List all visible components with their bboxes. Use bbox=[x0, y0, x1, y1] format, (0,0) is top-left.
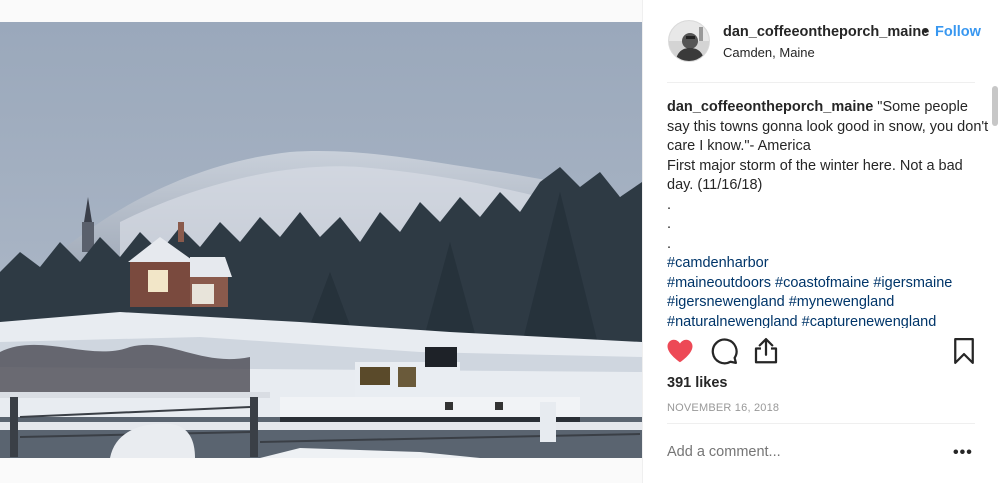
location-link[interactable]: Camden, Maine bbox=[723, 45, 815, 60]
heart-filled-icon bbox=[667, 339, 693, 363]
action-bar bbox=[643, 336, 1000, 370]
header-username[interactable]: dan_coffeeontheporch_maine bbox=[723, 24, 929, 40]
caption-scrollbar[interactable] bbox=[992, 86, 998, 126]
hashtag-line[interactable]: #maineoutdoors #coastofmaine #igersmaine bbox=[667, 274, 989, 294]
header-divider bbox=[667, 82, 975, 83]
snowy-harbor-image bbox=[0, 22, 642, 458]
like-button[interactable] bbox=[665, 336, 695, 366]
caption-username[interactable]: dan_coffeeontheporch_maine bbox=[667, 99, 873, 115]
post-date[interactable]: NOVEMBER 16, 2018 bbox=[667, 402, 779, 414]
separator-dot: • bbox=[923, 24, 929, 40]
caption-dot-3: . bbox=[667, 235, 672, 252]
caption: dan_coffeeontheporch_maine "Some people … bbox=[667, 98, 989, 328]
post-sidebar: dan_coffeeontheporch_maine • Follow Camd… bbox=[642, 0, 1000, 483]
instagram-post: dan_coffeeontheporch_maine • Follow Camd… bbox=[0, 0, 1000, 483]
hashtag-line[interactable]: #naturalnewengland #capturenewengland bbox=[667, 313, 989, 329]
comment-input[interactable] bbox=[667, 444, 927, 460]
share-icon bbox=[754, 338, 778, 364]
comment-button[interactable] bbox=[709, 336, 739, 366]
likes-count[interactable]: 391 likes bbox=[667, 375, 727, 391]
save-button[interactable] bbox=[949, 336, 979, 366]
comment-divider bbox=[667, 423, 975, 424]
share-button[interactable] bbox=[751, 336, 781, 366]
bookmark-icon bbox=[954, 338, 974, 364]
post-header: dan_coffeeontheporch_maine • Follow Camd… bbox=[643, 0, 1000, 82]
hashtag-line[interactable]: #igersnewengland #mynewengland bbox=[667, 293, 989, 313]
comment-bubble-icon bbox=[711, 338, 738, 365]
avatar[interactable] bbox=[668, 20, 710, 62]
avatar-image bbox=[669, 21, 709, 61]
post-photo[interactable] bbox=[0, 22, 642, 458]
caption-dot-1: . bbox=[667, 196, 672, 213]
caption-dot-2: . bbox=[667, 216, 672, 232]
more-options-icon[interactable]: ••• bbox=[953, 444, 975, 461]
caption-line-2: First major storm of the winter here. No… bbox=[667, 157, 963, 194]
follow-button[interactable]: Follow bbox=[935, 24, 981, 40]
hashtag-line[interactable]: #camdenharbor bbox=[667, 254, 989, 274]
